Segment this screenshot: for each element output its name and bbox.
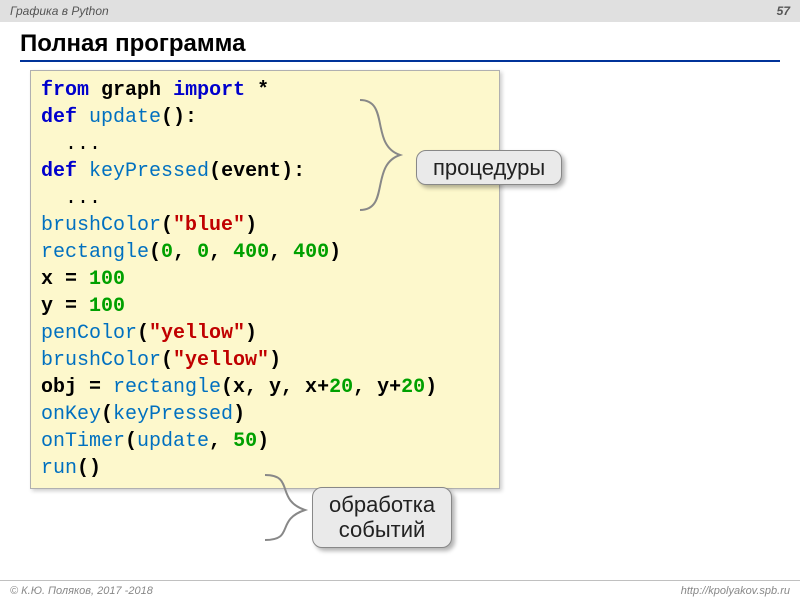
star: * [257, 79, 269, 102]
num: 100 [89, 295, 125, 318]
callout-text: процедуры [433, 155, 545, 180]
comma: , [269, 241, 293, 264]
callout-text-line1: обработка [329, 492, 435, 517]
paren: () [77, 457, 101, 480]
num: 400 [293, 241, 329, 264]
assign-x: x = [41, 268, 89, 291]
paren: ) [257, 430, 269, 453]
num: 100 [89, 268, 125, 291]
fn-pencolor: penColor [41, 322, 137, 345]
args: , y+ [353, 376, 401, 399]
header-title: Графика в Python [10, 4, 109, 18]
num: 400 [233, 241, 269, 264]
fn-run: run [41, 457, 77, 480]
kw-def: def [41, 106, 77, 129]
num: 50 [233, 430, 257, 453]
paren: ) [269, 349, 281, 372]
kw-import: import [173, 79, 245, 102]
mod-graph: graph [101, 79, 161, 102]
callout-events: обработка событий [312, 487, 452, 548]
paren: ) [425, 376, 437, 399]
fn-onkey: onKey [41, 403, 101, 426]
header-bar: Графика в Python 57 [0, 0, 800, 22]
paren: ) [245, 322, 257, 345]
site-url: http://kpolyakov.spb.ru [681, 585, 790, 597]
kw-from: from [41, 79, 89, 102]
paren: ) [233, 403, 245, 426]
comma: , [173, 241, 197, 264]
footer-bar: © К.Ю. Поляков, 2017 -2018 http://kpolya… [0, 580, 800, 600]
args: (x, y, x+ [221, 376, 329, 399]
arg-update: update [137, 430, 209, 453]
assign-y: y = [41, 295, 89, 318]
fn-brushcolor: brushColor [41, 349, 161, 372]
num: 0 [161, 241, 173, 264]
paren: ( [125, 430, 137, 453]
title-area: Полная программа [0, 22, 800, 62]
str-blue: "blue" [173, 214, 245, 237]
copyright: © К.Ю. Поляков, 2017 -2018 [10, 585, 153, 597]
code-box: from graph import * def update(): ... de… [30, 70, 500, 489]
callout-text-line2: событий [339, 517, 426, 542]
paren: ) [245, 214, 257, 237]
str-yellow: "yellow" [149, 322, 245, 345]
num: 20 [401, 376, 425, 399]
paren: ( [161, 349, 173, 372]
fn-update: update [89, 106, 161, 129]
paren: ) [329, 241, 341, 264]
kw-def: def [41, 160, 77, 183]
num: 0 [197, 241, 209, 264]
slide-heading: Полная программа [20, 30, 780, 62]
paren: ( [101, 403, 113, 426]
paren: ( [161, 214, 173, 237]
comma: , [209, 430, 233, 453]
fn-rectangle: rectangle [113, 376, 221, 399]
fn-rectangle: rectangle [41, 241, 149, 264]
comma: , [209, 241, 233, 264]
num: 20 [329, 376, 353, 399]
ellipsis: ... [65, 133, 101, 156]
arg-keypressed: keyPressed [113, 403, 233, 426]
page-number: 57 [777, 4, 790, 18]
paren: (event): [209, 160, 305, 183]
callout-procedures: процедуры [416, 150, 562, 185]
paren: (): [161, 106, 197, 129]
fn-brushcolor: brushColor [41, 214, 161, 237]
paren: ( [149, 241, 161, 264]
paren: ( [137, 322, 149, 345]
fn-keypressed: keyPressed [89, 160, 209, 183]
ellipsis: ... [65, 187, 101, 210]
str-yellow: "yellow" [173, 349, 269, 372]
fn-ontimer: onTimer [41, 430, 125, 453]
assign-obj: obj = [41, 376, 113, 399]
